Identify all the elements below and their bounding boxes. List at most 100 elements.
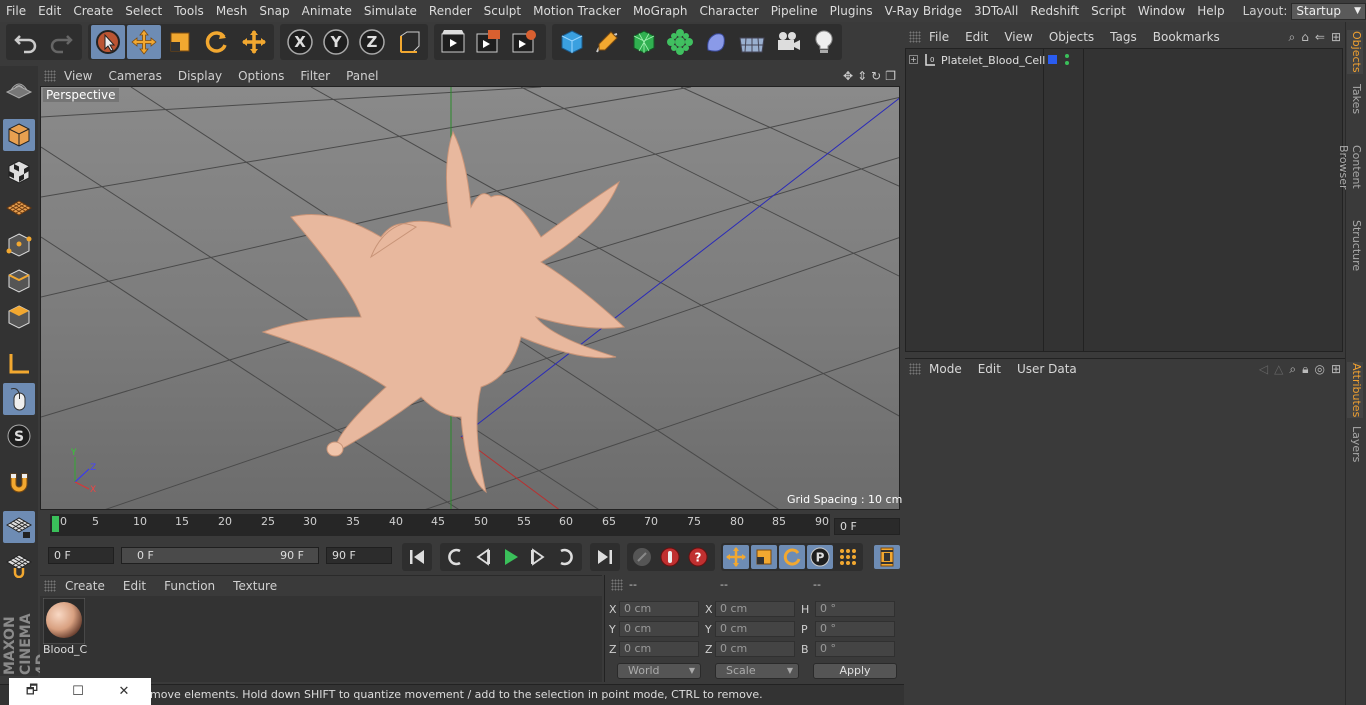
menu-select[interactable]: Select xyxy=(119,0,168,22)
viewport-menu-view[interactable]: View xyxy=(56,69,100,83)
rotation-p-field[interactable]: 0 ° xyxy=(815,621,895,637)
autokey-icon[interactable] xyxy=(657,545,683,569)
menu-help[interactable]: Help xyxy=(1191,0,1230,22)
object-menu-bookmarks[interactable]: Bookmarks xyxy=(1145,30,1228,44)
tab-structure[interactable]: Structure xyxy=(1347,220,1363,272)
menu-file[interactable]: File xyxy=(0,0,32,22)
record-point-level-icon[interactable] xyxy=(835,545,861,569)
make-editable-icon[interactable] xyxy=(3,74,35,106)
size-x-field[interactable]: 0 cm xyxy=(715,601,795,617)
workplane-icon[interactable] xyxy=(3,192,35,224)
edges-mode-icon[interactable] xyxy=(3,265,35,297)
next-keyframe-icon[interactable] xyxy=(553,545,579,569)
polygons-mode-icon[interactable] xyxy=(3,301,35,333)
pen-icon[interactable] xyxy=(590,25,624,59)
tab-layers[interactable]: Layers xyxy=(1347,426,1363,462)
close-window-icon[interactable]: ✕ xyxy=(101,684,147,699)
axis-mode-icon[interactable] xyxy=(3,348,35,380)
start-frame-field[interactable]: 0 F xyxy=(48,547,114,564)
material-name[interactable]: Blood_C xyxy=(43,643,87,656)
layout-select[interactable]: Startup ▼ xyxy=(1291,2,1366,20)
menu-simulate[interactable]: Simulate xyxy=(358,0,423,22)
object-menu-tags[interactable]: Tags xyxy=(1102,30,1145,44)
coordinate-system-icon[interactable] xyxy=(392,25,426,59)
maximize-window-icon[interactable]: ☐ xyxy=(55,684,101,699)
keyframe-selection-icon[interactable]: ? xyxy=(685,545,711,569)
z-axis-icon[interactable]: Z xyxy=(355,25,389,59)
menu-plugins[interactable]: Plugins xyxy=(824,0,879,22)
position-y-field[interactable]: 0 cm xyxy=(619,621,699,637)
panel-grip-icon[interactable] xyxy=(909,363,921,375)
subdivision-icon[interactable] xyxy=(627,25,661,59)
apply-button[interactable]: Apply xyxy=(813,663,897,679)
menu-vray-bridge[interactable]: V-Ray Bridge xyxy=(879,0,968,22)
menu-mograph[interactable]: MoGraph xyxy=(627,0,694,22)
back-arrow-icon[interactable]: ◁ xyxy=(1259,362,1268,377)
rotation-h-field[interactable]: 0 ° xyxy=(815,601,895,617)
tab-content-browser[interactable]: Content Browser xyxy=(1337,124,1363,210)
end-frame-field[interactable]: 90 F xyxy=(326,547,392,564)
panel-grip-icon[interactable] xyxy=(44,579,56,592)
record-position-icon[interactable] xyxy=(723,545,749,569)
menu-pipeline[interactable]: Pipeline xyxy=(765,0,824,22)
search-icon[interactable]: ⌕ xyxy=(1289,362,1296,377)
panel-grip-icon[interactable] xyxy=(909,31,921,43)
current-frame-field[interactable]: 0 F xyxy=(834,518,900,535)
menu-animate[interactable]: Animate xyxy=(296,0,358,22)
render-view-icon[interactable] xyxy=(436,25,470,59)
position-z-field[interactable]: 0 cm xyxy=(619,641,699,657)
workplane-lock-icon[interactable] xyxy=(3,511,35,543)
lock-icon[interactable]: 🔒︎ xyxy=(1302,362,1308,377)
maximize-view-icon[interactable]: ❐ xyxy=(885,69,896,83)
object-menu-file[interactable]: File xyxy=(921,30,957,44)
menu-tools[interactable]: Tools xyxy=(168,0,210,22)
menu-window[interactable]: Window xyxy=(1132,0,1191,22)
material-menu-texture[interactable]: Texture xyxy=(224,579,286,593)
panel-grip-icon[interactable] xyxy=(44,69,56,82)
solo-icon[interactable]: S xyxy=(3,420,35,452)
record-disabled-icon[interactable] xyxy=(629,545,655,569)
tab-objects[interactable]: Objects xyxy=(1347,30,1363,74)
menu-edit[interactable]: Edit xyxy=(32,0,67,22)
viewport-menu-filter[interactable]: Filter xyxy=(292,69,338,83)
redo-icon[interactable] xyxy=(44,25,78,59)
viewport-menu-options[interactable]: Options xyxy=(230,69,292,83)
light-icon[interactable] xyxy=(807,25,841,59)
attributes-menu-user-data[interactable]: User Data xyxy=(1009,362,1085,376)
size-mode-dropdown[interactable]: Scale ▼ xyxy=(715,663,799,679)
menu-redshift[interactable]: Redshift xyxy=(1024,0,1085,22)
record-rotation-icon[interactable] xyxy=(779,545,805,569)
new-window-icon[interactable]: ⊞ xyxy=(1331,362,1341,377)
new-window-icon[interactable]: ⊞ xyxy=(1331,30,1341,45)
scale-icon[interactable] xyxy=(163,25,197,59)
back-icon[interactable]: ⇐ xyxy=(1315,30,1325,45)
y-axis-icon[interactable]: Y xyxy=(319,25,353,59)
previous-keyframe-icon[interactable] xyxy=(442,545,468,569)
camera-icon[interactable] xyxy=(771,25,805,59)
coordinate-space-dropdown[interactable]: World ▼ xyxy=(617,663,701,679)
viewport-3d[interactable]: Y Z X xyxy=(40,86,900,510)
search-icon[interactable]: ⌕ xyxy=(1289,30,1296,45)
timeline-ruler[interactable]: 0 5 10 15 20 25 30 35 40 45 50 55 60 65 … xyxy=(50,514,830,536)
go-to-end-icon[interactable] xyxy=(592,545,618,569)
timeline-window-icon[interactable] xyxy=(874,545,900,569)
recent-tool-icon[interactable] xyxy=(237,25,271,59)
material-menu-create[interactable]: Create xyxy=(56,579,114,593)
cube-icon[interactable] xyxy=(555,25,589,59)
model-mode-icon[interactable] xyxy=(3,119,35,151)
floor-icon[interactable] xyxy=(735,25,769,59)
expand-icon[interactable]: + xyxy=(909,55,918,64)
next-frame-icon[interactable] xyxy=(525,545,551,569)
viewport-menu-panel[interactable]: Panel xyxy=(338,69,386,83)
locked-workplane-icon[interactable] xyxy=(3,548,35,580)
size-y-field[interactable]: 0 cm xyxy=(715,621,795,637)
tweak-mode-icon[interactable] xyxy=(3,383,35,415)
points-mode-icon[interactable] xyxy=(3,229,35,261)
render-picture-viewer-icon[interactable] xyxy=(471,25,505,59)
menu-character[interactable]: Character xyxy=(693,0,764,22)
object-menu-view[interactable]: View xyxy=(996,30,1040,44)
menu-script[interactable]: Script xyxy=(1085,0,1132,22)
record-scale-icon[interactable] xyxy=(751,545,777,569)
attributes-menu-mode[interactable]: Mode xyxy=(921,362,970,376)
object-menu-objects[interactable]: Objects xyxy=(1041,30,1102,44)
